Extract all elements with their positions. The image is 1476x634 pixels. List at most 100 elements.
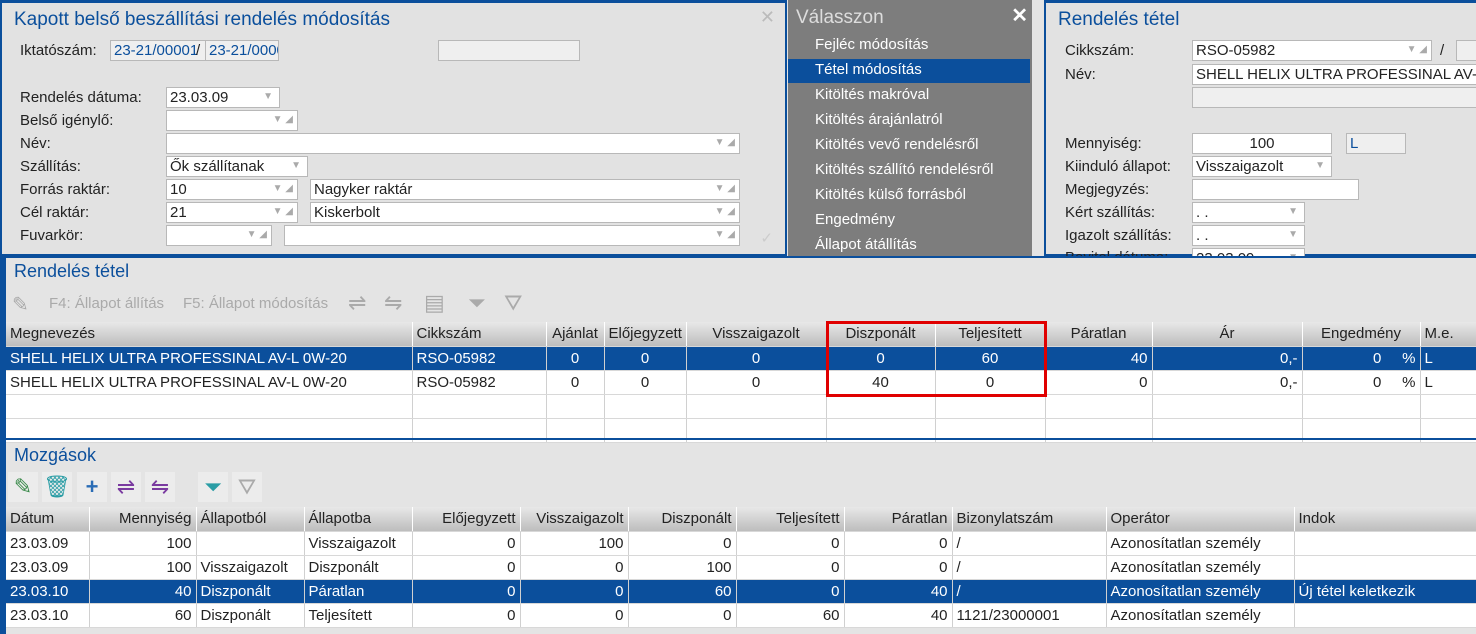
orders-title: Rendelés tétel [14,261,130,281]
table-cell: Azonosítatlan személy [1106,579,1295,604]
igazolt-select[interactable]: . . [1192,225,1305,246]
table-cell: Diszponált [304,555,413,580]
table-cell: 0,- [1152,346,1303,371]
move-right-icon[interactable]: ⇌ [348,290,366,316]
table-cell: 23.03.09 [6,531,90,556]
cikkszam-label: Cikkszám: [1065,42,1135,59]
cel-code-select[interactable]: 21 [166,202,298,223]
table-cell: Új tétel keletkezik [1294,579,1476,604]
table-row[interactable]: 23.03.10 40 Diszponált Páratlan 0 0 60 0 40/Azon… [6,579,1476,604]
table-cell: 0 [736,579,845,604]
menu-item[interactable]: Kitöltés szállító rendelésről [788,159,1030,183]
megjegyzes-label: Megjegyzés: [1065,181,1150,198]
column-header[interactable]: Mennyiség [89,507,197,532]
column-header[interactable]: Indok [1294,507,1476,532]
clear-filter-icon[interactable]: ⛛ [504,290,522,316]
menu-item[interactable]: Kitöltés árajánlatról [788,109,1030,133]
column-header[interactable]: Megnevezés [6,322,413,347]
column-header[interactable]: Állapotból [196,507,305,532]
clear-filter-icon[interactable]: ⛛ [232,472,262,502]
move-right-icon[interactable]: ⇌ [111,472,141,502]
mennyiseg-field[interactable]: 100 [1192,133,1332,154]
column-header[interactable]: Páratlan [1045,322,1153,347]
table-row[interactable]: 23.03.09 100 Visszaigazolt 0 100 0 0 0/Azonosít… [6,531,1476,556]
megjegyzes-field[interactable] [1192,179,1359,200]
document-icon[interactable]: ▤ [424,290,445,316]
table-row[interactable]: SHELL HELIX ULTRA PROFESSINAL AV-L 0W-20… [6,370,1476,395]
column-header[interactable]: Operátor [1106,507,1295,532]
igazolt-label: Igazolt szállítás: [1065,227,1172,244]
forras-name-select[interactable]: Nagyker raktár [310,179,740,200]
column-header[interactable]: M.e. [1420,322,1476,347]
table-cell: 0 [628,603,737,628]
cel-name-select[interactable]: Kiskerbolt [310,202,740,223]
item-nev-field[interactable]: SHELL HELIX ULTRA PROFESSINAL AV-L 0W-20 [1192,64,1476,85]
table-cell: 0,- [1152,370,1303,395]
fuvarkor-name-select[interactable] [284,225,740,246]
column-header[interactable]: Teljesített [736,507,845,532]
ok-icon[interactable]: ✓ [760,229,773,247]
pencil-icon[interactable]: ✎ [12,292,29,317]
column-header[interactable]: Visszaigazolt [520,507,629,532]
szallitas-select[interactable]: Ők szállítanak [166,156,308,177]
menu-item[interactable]: Állapot átállítás [788,234,1030,258]
column-header[interactable]: Bizonylatszám [952,507,1107,532]
table-cell: Teljesített [304,603,413,628]
f5-button[interactable]: F5: Állapot módosítás [183,295,328,312]
close-icon[interactable]: ✕ [760,7,775,28]
divider [6,438,1476,440]
column-header[interactable]: Engedmény [1302,322,1421,347]
table-row[interactable]: 23.03.09 100 Visszaigazolt Diszponált 0 0 100 0… [6,555,1476,580]
kert-select[interactable]: . . [1192,202,1305,223]
table-cell: 40 [1045,346,1153,371]
menu-item[interactable]: Kitöltés vevő rendelésről [788,134,1030,158]
fuvarkor-code-select[interactable] [166,225,272,246]
table-cell: 0 [520,603,629,628]
allapot-select[interactable]: Visszaigazolt [1192,156,1332,177]
forras-code-select[interactable]: 10 [166,179,298,200]
table-cell [1294,555,1476,580]
column-header[interactable]: Páratlan [844,507,953,532]
cikkszam-extra [1456,40,1476,61]
filter-icon[interactable]: ⏷ [198,472,228,502]
column-header[interactable]: Előjegyzett [412,507,521,532]
column-header[interactable]: Állapotba [304,507,413,532]
column-header[interactable]: Cikkszám [412,322,547,347]
igenylo-select[interactable] [166,110,298,131]
table-row[interactable]: 23.03.10 60 Diszponált Teljesített 0 0 0 60 40 11… [6,603,1476,628]
cikkszam-select[interactable]: RSO-05982 [1192,40,1432,61]
dialog-title: Kapott belső beszállítási rendelés módos… [14,9,390,30]
table-cell: 0 [604,370,687,395]
menu-close-icon[interactable]: ✕ [1011,3,1028,28]
column-header[interactable]: Előjegyzett [604,322,687,347]
column-header[interactable]: Ajánlat [546,322,605,347]
column-header[interactable]: Dátum [6,507,90,532]
highlight-box [826,321,1047,397]
table-cell: 0 [686,370,827,395]
menu-item[interactable]: Fejléc módosítás [788,34,1030,58]
table-cell: 0 [686,346,827,371]
move-left-icon[interactable]: ⇋ [145,472,175,502]
delete-icon[interactable]: 🗑 [42,472,72,502]
table-cell: RSO-05982 [412,370,547,395]
menu-item[interactable]: Kitöltés külső forrásból [788,184,1030,208]
table-row[interactable]: SHELL HELIX ULTRA PROFESSINAL AV-L 0W-20… [6,346,1476,371]
column-header[interactable]: Visszaigazolt [686,322,827,347]
datum-select[interactable]: 23.03.09 [166,87,280,108]
filter-icon[interactable]: ⏷ [468,290,486,316]
move-left-icon[interactable]: ⇋ [384,290,402,316]
table-cell: 0 [628,531,737,556]
add-icon[interactable]: + [77,472,107,502]
mennyiseg-label: Mennyiség: [1065,135,1142,152]
column-header[interactable]: Diszponált [628,507,737,532]
nev-select[interactable] [166,133,740,154]
table-cell: Páratlan [304,579,413,604]
menu-item[interactable]: Tétel módosítás [788,59,1030,83]
menu-item[interactable]: Engedmény [788,209,1030,233]
table-cell: L [1420,346,1476,371]
table-cell: / [952,579,1107,604]
edit-icon[interactable]: ✎ [8,472,38,502]
menu-item[interactable]: Kitöltés makróval [788,84,1030,108]
f4-button[interactable]: F4: Állapot állítás [49,295,164,312]
column-header[interactable]: Ár [1152,322,1303,347]
